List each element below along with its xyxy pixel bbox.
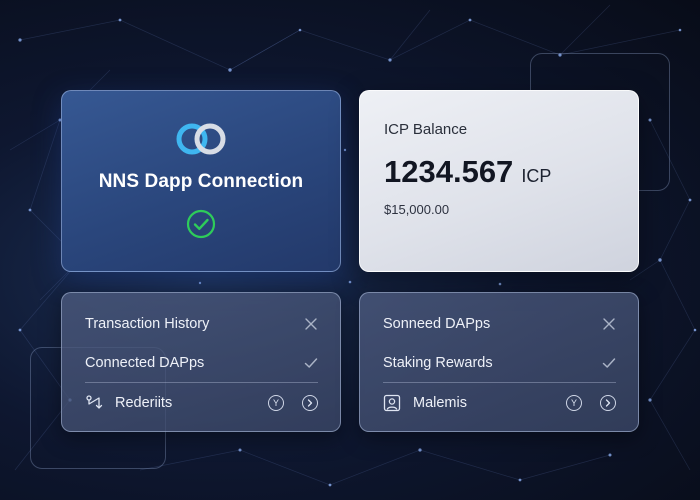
close-icon[interactable] bbox=[602, 317, 616, 331]
list-item-label: Transaction History bbox=[85, 316, 210, 332]
infinity-rings-logo bbox=[176, 123, 226, 155]
balance-fiat-value: $15,000.00 bbox=[384, 202, 450, 217]
list-footer-malemis[interactable]: Malemis Y bbox=[383, 392, 616, 414]
list-item-transaction-history[interactable]: Transaction History bbox=[85, 313, 318, 335]
nns-connection-card[interactable]: NNS Dapp Connection bbox=[61, 90, 341, 272]
balance-unit: ICP bbox=[521, 166, 552, 186]
close-icon[interactable] bbox=[304, 317, 318, 331]
divider bbox=[383, 382, 616, 383]
list-item-label: Staking Rewards bbox=[383, 355, 493, 371]
list-item-staking-rewards[interactable]: Staking Rewards bbox=[383, 352, 616, 374]
badge-text: Y bbox=[570, 397, 577, 408]
y-badge-button[interactable]: Y bbox=[268, 395, 284, 411]
right-list-card: Sonneed DAPps Staking Rewards Malemis Y bbox=[359, 292, 639, 432]
check-icon[interactable] bbox=[304, 357, 318, 369]
icp-balance-card: ICP Balance 1234.567 ICP $15,000.00 bbox=[359, 90, 639, 272]
list-item-label: Sonneed DAPps bbox=[383, 316, 491, 332]
chevron-right-icon[interactable] bbox=[302, 395, 318, 411]
chevron-right-icon[interactable] bbox=[600, 395, 616, 411]
balance-label: ICP Balance bbox=[384, 121, 468, 138]
balance-amount: 1234.567 bbox=[384, 154, 514, 189]
badge-text: Y bbox=[272, 397, 279, 408]
nns-card-title: NNS Dapp Connection bbox=[98, 171, 304, 192]
user-frame-icon bbox=[383, 394, 401, 412]
footer-label: Malemis bbox=[413, 395, 467, 411]
balance-amount-row: 1234.567 ICP bbox=[384, 154, 638, 190]
footer-label: Rederiits bbox=[115, 395, 173, 411]
y-badge-button[interactable]: Y bbox=[566, 395, 582, 411]
list-footer-rederiits[interactable]: Rederiits Y bbox=[85, 392, 318, 414]
route-icon bbox=[86, 395, 103, 409]
left-list-card: Transaction History Connected DAPps Rede… bbox=[61, 292, 341, 432]
check-icon[interactable] bbox=[602, 357, 616, 369]
divider bbox=[85, 382, 318, 383]
check-circle-icon bbox=[186, 209, 216, 239]
list-item-connected-dapps[interactable]: Connected DAPps bbox=[85, 352, 318, 374]
list-item-sonneed-dapps[interactable]: Sonneed DAPps bbox=[383, 313, 616, 335]
list-item-label: Connected DAPps bbox=[85, 355, 205, 371]
